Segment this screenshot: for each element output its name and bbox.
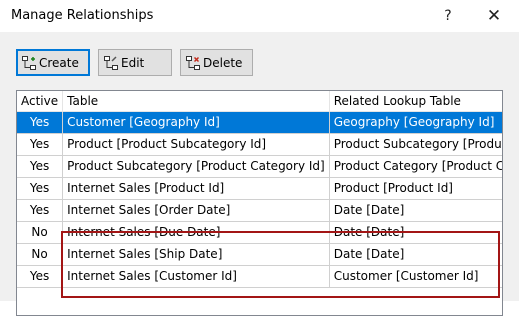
active-cell: No [17, 243, 64, 266]
lookup-cell: Product Subcategory [Product Subcatego..… [329, 133, 502, 156]
table-cell: Internet Sales [Order Date] [62, 199, 330, 222]
window-title: Manage Relationships [11, 8, 154, 23]
relationships-grid[interactable]: Active Table Related Lookup Table Yes Cu… [16, 90, 503, 316]
table-cell: Internet Sales [Due Date] [62, 221, 330, 244]
column-header-table[interactable]: Table [62, 91, 330, 112]
active-cell: Yes [17, 133, 64, 156]
relationships-table: Active Table Related Lookup Table Yes Cu… [17, 91, 502, 288]
active-cell: Yes [17, 111, 64, 134]
edit-button-label: Edit [121, 55, 145, 70]
table-row[interactable]: No Internet Sales [Ship Date] Date [Date… [17, 243, 502, 266]
lookup-cell: Date [Date] [329, 221, 502, 244]
active-cell: Yes [17, 177, 64, 200]
table-cell: Product Subcategory [Product Category Id… [62, 155, 330, 178]
active-cell: Yes [17, 265, 64, 288]
header-row: Active Table Related Lookup Table [17, 91, 502, 112]
table-cell: Internet Sales [Ship Date] [62, 243, 330, 266]
lookup-cell: Customer [Customer Id] [329, 265, 502, 288]
column-header-related-lookup-table[interactable]: Related Lookup Table [329, 91, 502, 112]
create-button[interactable]: Create [16, 49, 90, 76]
table-cell: Product [Product Subcategory Id] [62, 133, 330, 156]
table-row[interactable]: No Internet Sales [Due Date] Date [Date] [17, 221, 502, 244]
table-row[interactable]: Yes Product Subcategory [Product Categor… [17, 155, 502, 178]
delete-button-label: Delete [203, 55, 243, 70]
create-button-label: Create [39, 55, 79, 70]
table-cell: Internet Sales [Customer Id] [62, 265, 330, 288]
lookup-cell: Date [Date] [329, 199, 502, 222]
table-cell: Internet Sales [Product Id] [62, 177, 330, 200]
table-row[interactable]: Yes Internet Sales [Order Date] Date [Da… [17, 199, 502, 222]
lookup-cell: Product Category [Product Category Id] [329, 155, 502, 178]
active-cell: No [17, 221, 64, 244]
table-row[interactable]: Yes Internet Sales [Customer Id] Custome… [17, 265, 502, 288]
table-row[interactable]: Yes Product [Product Subcategory Id] Pro… [17, 133, 502, 156]
active-cell: Yes [17, 199, 64, 222]
lookup-cell: Geography [Geography Id] [329, 111, 502, 134]
delete-button[interactable]: Delete [180, 49, 253, 76]
dialog-body: Create Edit Delete Active Table Related … [0, 32, 519, 316]
close-button[interactable]: ✕ [480, 4, 508, 28]
edit-relationship-icon [104, 55, 118, 70]
table-cell: Customer [Geography Id] [62, 111, 330, 134]
active-cell: Yes [17, 155, 64, 178]
edit-button[interactable]: Edit [98, 49, 172, 76]
table-row[interactable]: Yes Customer [Geography Id] Geography [G… [17, 111, 502, 134]
table-row[interactable]: Yes Internet Sales [Product Id] Product … [17, 177, 502, 200]
delete-relationship-icon [186, 55, 200, 70]
help-button[interactable]: ? [434, 4, 462, 28]
lookup-cell: Date [Date] [329, 243, 502, 266]
lookup-cell: Product [Product Id] [329, 177, 502, 200]
column-header-active[interactable]: Active [17, 91, 64, 112]
title-bar: Manage Relationships ? ✕ [0, 0, 519, 32]
create-relationship-icon [22, 55, 36, 70]
